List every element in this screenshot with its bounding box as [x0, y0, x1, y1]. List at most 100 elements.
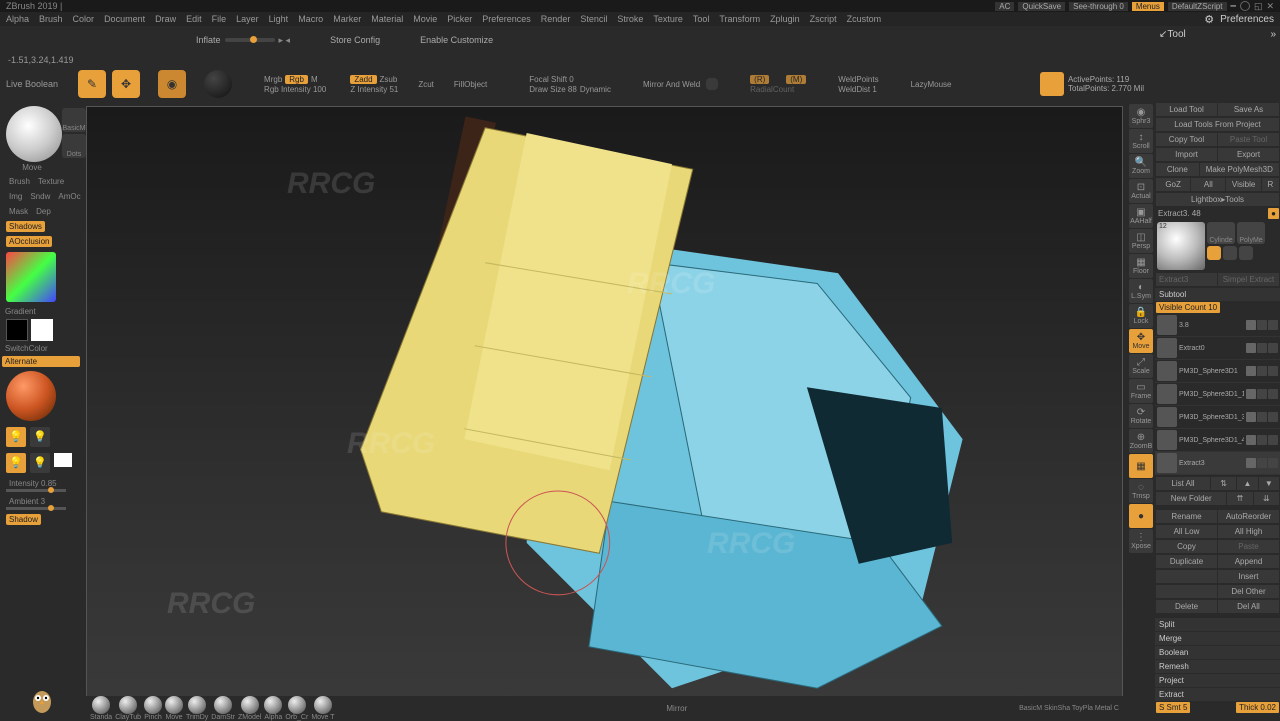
draw-size-slider[interactable]: Draw Size 88	[529, 85, 577, 94]
swatch-white[interactable]	[31, 319, 53, 341]
paste-tool-button[interactable]: Paste Tool	[1218, 133, 1279, 146]
rgb-intensity-slider[interactable]: Rgb Intensity 100	[264, 85, 326, 94]
mirror-weld-button[interactable]: Mirror And Weld	[643, 80, 700, 89]
focal-shift-slider[interactable]: Focal Shift 0	[529, 75, 573, 84]
mini-thumb-2[interactable]	[1223, 246, 1237, 260]
menus-button[interactable]: Menus	[1132, 2, 1164, 11]
texture-label[interactable]: Texture	[35, 176, 67, 187]
sphere3-icon[interactable]: ◉Sphr3	[1129, 104, 1153, 128]
trnsp-icon[interactable]: ◌Trnsp	[1129, 479, 1153, 503]
mini-thumb-1[interactable]	[1207, 246, 1221, 260]
light-1-icon[interactable]: 💡	[6, 427, 26, 447]
subtool-item[interactable]: PM3D_Sphere3D1_4	[1155, 429, 1280, 452]
down-icon[interactable]: ▼	[1259, 477, 1279, 490]
delete-button[interactable]: Delete	[1156, 600, 1217, 613]
tool-label[interactable]: Tool	[1167, 29, 1185, 40]
menu-layer[interactable]: Layer	[236, 14, 259, 24]
duplicate-button[interactable]: Duplicate	[1156, 555, 1217, 568]
close-icon[interactable]: ✕	[1266, 1, 1274, 12]
fillobject-button[interactable]: FillObject	[454, 80, 487, 89]
eye-icon[interactable]	[1246, 435, 1256, 445]
actual-icon[interactable]: ⊡Actual	[1129, 179, 1153, 203]
menu-preferences[interactable]: Preferences	[482, 14, 531, 24]
frame-icon[interactable]: ▭Frame	[1129, 379, 1153, 403]
subtool-item[interactable]: PM3D_Sphere3D1	[1155, 360, 1280, 383]
import-button[interactable]: Import	[1156, 148, 1217, 161]
brush-movet[interactable]	[314, 696, 332, 714]
welddist-slider[interactable]: WeldDist 1	[838, 85, 877, 94]
m-button[interactable]: M	[311, 75, 318, 84]
tool-thumb-2[interactable]: PolyMe	[1237, 222, 1265, 244]
subtool-header[interactable]: Subtool	[1155, 288, 1280, 301]
eye-icon[interactable]	[1246, 412, 1256, 422]
extract-section[interactable]: Extract	[1155, 688, 1280, 701]
del-other-button[interactable]: Del Other	[1218, 585, 1279, 598]
menu-zscript[interactable]: Zscript	[810, 14, 837, 24]
eye-icon[interactable]	[1246, 389, 1256, 399]
project-section[interactable]: Project	[1155, 674, 1280, 687]
gizmo-icon[interactable]: ✥	[112, 70, 140, 98]
tool-thumb-main[interactable]: 12	[1157, 222, 1205, 270]
ac-button[interactable]: AC	[995, 2, 1014, 11]
viewport[interactable]: RRCG RRCG RRCG RRCG RRCG www.rrcg.cn	[86, 106, 1123, 710]
menu-edit[interactable]: Edit	[186, 14, 202, 24]
menu-stroke[interactable]: Stroke	[617, 14, 643, 24]
split-section[interactable]: Split	[1155, 618, 1280, 631]
subtool-item[interactable]: 3.8	[1155, 314, 1280, 337]
new-folder-button[interactable]: New Folder	[1156, 492, 1226, 505]
material-preview[interactable]	[6, 371, 56, 421]
dep-button[interactable]: Dep	[33, 206, 54, 217]
mrgb-button[interactable]: Mrgb	[264, 75, 282, 84]
menu-material[interactable]: Material	[371, 14, 403, 24]
brush-orbcr[interactable]	[288, 696, 306, 714]
lock-icon[interactable]: 🔒Lock	[1129, 304, 1153, 328]
eye-icon[interactable]	[1246, 320, 1256, 330]
append-button[interactable]: Append	[1218, 555, 1279, 568]
remesh-section[interactable]: Remesh	[1155, 660, 1280, 673]
ssmt-slider[interactable]: S Smt 5	[1156, 702, 1190, 713]
light-4-icon[interactable]: 💡	[30, 453, 50, 473]
insert-button[interactable]: Insert	[1218, 570, 1279, 583]
brush-move[interactable]	[165, 696, 183, 714]
list-all-button[interactable]: List All	[1156, 477, 1210, 490]
menu-zcustom[interactable]: Zcustom	[847, 14, 882, 24]
r-button[interactable]: R	[1262, 178, 1279, 191]
chevron-icon[interactable]: »	[1270, 29, 1276, 40]
radial-r[interactable]: (R)	[750, 75, 769, 84]
zoom-icon[interactable]: 🔍Zoom	[1129, 154, 1153, 178]
brush-pinch[interactable]	[144, 696, 162, 714]
move-icon[interactable]: ✥Move	[1129, 329, 1153, 353]
menu-alpha[interactable]: Alpha	[6, 14, 29, 24]
dn2-icon[interactable]: ⇊	[1254, 492, 1279, 505]
visible-count[interactable]: Visible Count 10	[1156, 302, 1220, 313]
brush-standard[interactable]	[92, 696, 110, 714]
eye-icon[interactable]	[1246, 458, 1256, 468]
enable-customize-button[interactable]: Enable Customize	[420, 35, 493, 45]
subtool-item[interactable]: PM3D_Sphere3D1_1	[1155, 383, 1280, 406]
brush-zmodel[interactable]	[241, 696, 259, 714]
load-tools-project-button[interactable]: Load Tools From Project	[1156, 118, 1279, 131]
rotate-right-icon[interactable]: ⟳Rotate	[1129, 404, 1153, 428]
zsub-button[interactable]: Zsub	[380, 75, 398, 84]
radial-count-slider[interactable]: RadialCount	[750, 85, 794, 94]
lsym-icon[interactable]: ◐L.Sym	[1129, 279, 1153, 303]
brush-preview[interactable]	[6, 106, 62, 162]
zadd-button[interactable]: Zadd	[350, 75, 376, 84]
aahalf-icon[interactable]: ▣AAHalf	[1129, 204, 1153, 228]
xpose-icon[interactable]: ⋮Xpose	[1129, 529, 1153, 553]
switchcolor-button[interactable]: SwitchColor	[2, 343, 80, 354]
autoreorder-button[interactable]: AutoReorder	[1218, 510, 1279, 523]
clone-button[interactable]: Clone	[1156, 163, 1199, 176]
menu-brush[interactable]: Brush	[39, 14, 63, 24]
stats-icon[interactable]	[1040, 72, 1064, 96]
extract-marker[interactable]: ●	[1268, 208, 1279, 219]
basicm-thumb[interactable]: BasicM	[62, 108, 86, 132]
gear-icon[interactable]: ⚙	[1204, 13, 1214, 26]
default-zscript[interactable]: DefaultZScript	[1168, 2, 1227, 11]
floor-icon[interactable]: ▦Floor	[1129, 254, 1153, 278]
subtool-item[interactable]: Extract3	[1155, 452, 1280, 475]
light-3-icon[interactable]: 💡	[6, 453, 26, 473]
inflate-slider[interactable]	[225, 38, 275, 42]
all-high-button[interactable]: All High	[1218, 525, 1279, 538]
aocclusion-toggle[interactable]: AOcclusion	[6, 236, 52, 247]
